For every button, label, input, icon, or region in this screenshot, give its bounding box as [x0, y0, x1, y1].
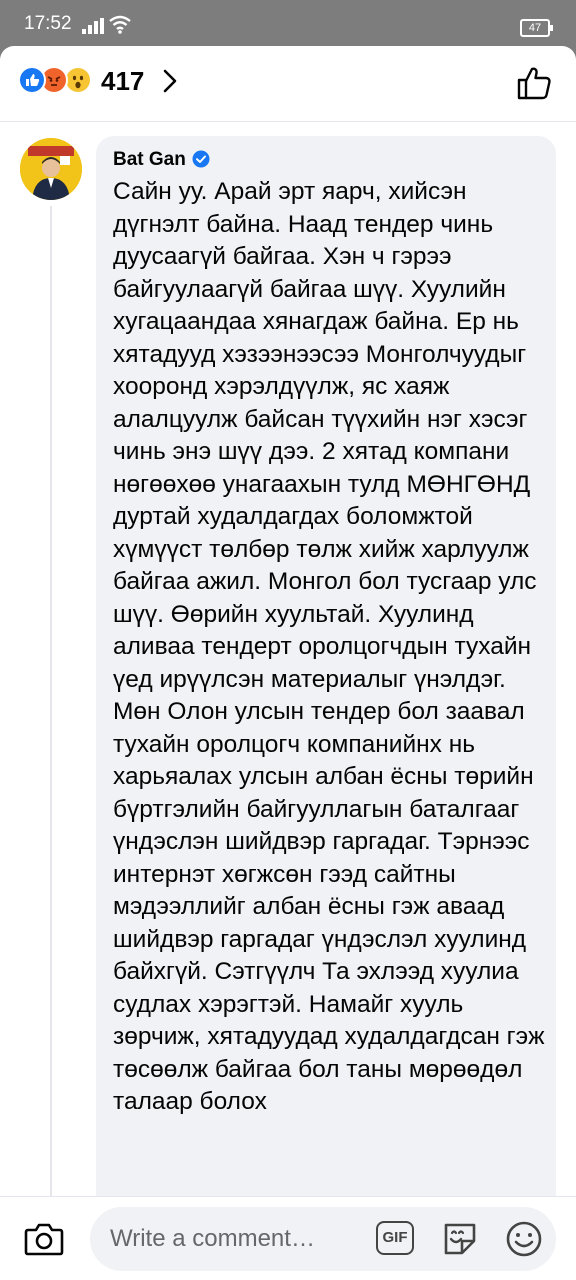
comment-author-row: Bat Gan: [113, 149, 210, 173]
verified-badge-icon: [192, 150, 210, 168]
comment-input[interactable]: Write a comment… GIF: [90, 1207, 556, 1271]
avatar-image: [20, 138, 82, 200]
like-reaction-icon: [18, 66, 46, 94]
reactions-bar[interactable]: 417: [0, 46, 576, 120]
avatar[interactable]: [20, 138, 82, 200]
comment-composer-bar: Write a comment… GIF: [0, 1196, 576, 1280]
status-time: 17:52: [24, 13, 72, 34]
like-button[interactable]: [515, 64, 553, 102]
chevron-right-icon[interactable]: [160, 68, 180, 94]
reaction-count: 417: [101, 66, 145, 96]
status-bar: 17:52 47: [0, 0, 576, 46]
comment-author-name[interactable]: Bat Gan: [113, 149, 186, 170]
signal-icon: [82, 18, 104, 34]
comment-bubble[interactable]: Bat Gan Сайн уу. Арай эрт яарч, хийсэн д…: [96, 136, 556, 1280]
comment-text: Сайн уу. Арай эрт яарч, хийсэн дүгнэлт б…: [113, 178, 545, 1115]
emoji-icon[interactable]: [504, 1219, 544, 1259]
battery-indicator: 47: [520, 19, 553, 37]
wifi-icon: [109, 15, 131, 34]
thread-line: [50, 206, 52, 1206]
comments-sheet: 417 Bat Gan Сайн уу. Арай эрт яарч, хийс…: [0, 46, 576, 1280]
comment-input-placeholder: Write a comment…: [110, 1225, 315, 1252]
camera-icon[interactable]: [24, 1221, 64, 1257]
sticker-icon[interactable]: [440, 1219, 480, 1259]
divider: [0, 121, 576, 122]
wow-reaction-icon: [64, 66, 92, 94]
gif-button[interactable]: GIF: [376, 1221, 414, 1255]
